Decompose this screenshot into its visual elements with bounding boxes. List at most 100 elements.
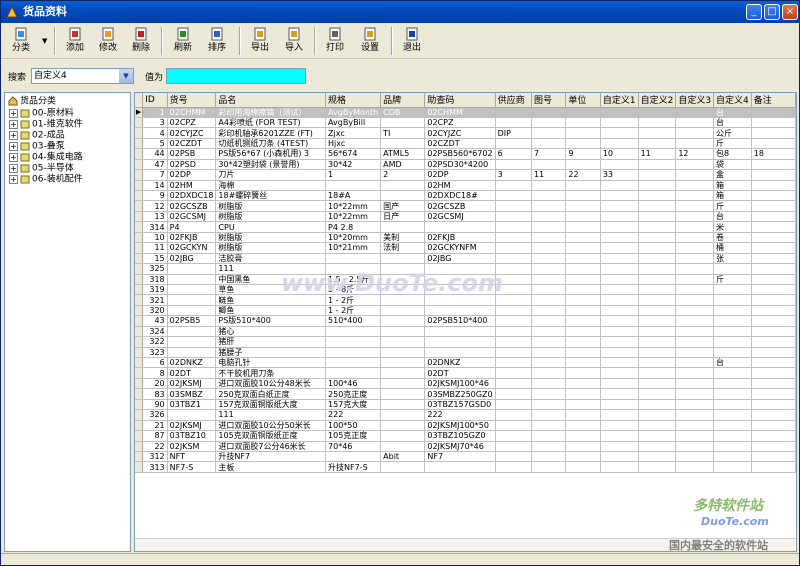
table-row[interactable]: 47 02PSD 30*42塑封袋 (景誉用) 30*42 AMD 02PSD30*420… bbox=[135, 159, 796, 171]
toolbar-button-refresh[interactable]: 刷新 bbox=[169, 25, 197, 57]
table-row[interactable]: 9 02DXDC18 18#螺碎簧丝 18#A 02DXDC18# 箱 bbox=[135, 190, 796, 202]
tree-item[interactable]: +02-成品 bbox=[9, 130, 65, 141]
table-cell bbox=[600, 138, 639, 150]
search-value-input[interactable] bbox=[166, 68, 306, 84]
table-row[interactable]: 13 02GCSMJ 树脂版 10*22mm 日产 02GCSMJ 台 bbox=[135, 211, 796, 223]
table-row[interactable]: 22 02JKSM 进口双面胶7公分46米长 70*46 02JKSMJ70*46 bbox=[135, 441, 796, 452]
tree-item[interactable]: +03-叠泵 bbox=[9, 141, 65, 152]
tree-item[interactable]: +04-集成电路 bbox=[9, 152, 83, 163]
category-tree: 货品分类 +00-原材料 +01-维克软件 +02-成品 +03-叠泵 +04-集成电路 +… bbox=[4, 92, 131, 552]
column-header[interactable]: 单位 bbox=[565, 93, 601, 108]
toolbar-button-delete[interactable]: 删除 bbox=[127, 25, 155, 57]
home-icon bbox=[8, 96, 18, 106]
table-cell bbox=[600, 221, 639, 233]
table-row[interactable]: 7 02DP 刀片 1 2 02DP 3 11 22 33 盒 bbox=[135, 169, 796, 181]
table-cell bbox=[713, 388, 752, 400]
table-row[interactable]: 313 NF7-S 主板 升技NF7-S bbox=[135, 461, 796, 473]
column-header[interactable]: 助查码 bbox=[424, 93, 496, 108]
table-row[interactable]: 323 猪腰子 bbox=[135, 347, 796, 359]
category-dropdown-arrow-icon[interactable]: ▼ bbox=[42, 37, 47, 45]
table-cell bbox=[495, 409, 532, 421]
tree-item[interactable]: +01-维克软件 bbox=[9, 119, 83, 130]
table-row[interactable]: 10 02FKJB 树脂版 10*20mm 美制 02FKJB 卷 bbox=[135, 232, 796, 244]
toolbar-button-import[interactable]: 导入 bbox=[280, 25, 308, 57]
table-row[interactable]: 44 02PSB PS版56*67 (小森机用) 3 56*674 ATML5 02PSB… bbox=[135, 148, 796, 160]
table-row[interactable]: 87 03TBZ10 105克双面铜版纸正度 105克正度 03TBZ105GZ0 bbox=[135, 430, 796, 442]
table-row[interactable]: 90 03TBZ1 157克双面铜版纸大度 157克大度 03TBZ157GSD0 bbox=[135, 399, 796, 411]
column-header[interactable]: 供应商 bbox=[495, 93, 532, 108]
expand-icon[interactable]: + bbox=[9, 119, 18, 129]
table-row[interactable]: 326 111 222 222 bbox=[135, 409, 796, 421]
column-header[interactable]: 自定义2 bbox=[638, 93, 677, 108]
table-row[interactable]: 3 02CPZ A4彩喷纸 (FOR TEST) AvgByBill 02CPZ 台 bbox=[135, 117, 796, 129]
close-button[interactable]: × bbox=[782, 4, 798, 20]
column-header[interactable]: 货号 bbox=[167, 93, 217, 108]
table-cell bbox=[380, 347, 426, 359]
expand-icon[interactable]: + bbox=[9, 141, 18, 151]
expand-icon[interactable]: + bbox=[9, 174, 18, 184]
table-cell bbox=[600, 347, 639, 359]
search-field-select[interactable]: 自定义4 ▼ bbox=[31, 68, 134, 84]
tree-item[interactable]: +00-原材料 bbox=[9, 108, 74, 119]
column-header[interactable]: 备注 bbox=[751, 93, 796, 108]
column-header[interactable]: 规格 bbox=[325, 93, 382, 108]
table-row[interactable]: 14 02HM 海棉 02HM 箱 bbox=[135, 180, 796, 192]
table-row[interactable]: 8 02DT 不干胶机用刀条 02DT bbox=[135, 367, 796, 379]
column-header[interactable]: 品牌 bbox=[380, 93, 426, 108]
table-row[interactable]: 20 02JKSMJ 进口双面胶10公分48米长 100*46 02JKSMJ100*4… bbox=[135, 378, 796, 390]
expand-icon[interactable]: + bbox=[9, 163, 18, 173]
table-cell bbox=[531, 399, 567, 411]
table-row[interactable]: 322 猪肝 bbox=[135, 336, 796, 348]
toolbar-button-export[interactable]: 导出 bbox=[246, 25, 274, 57]
column-header[interactable]: 自定义3 bbox=[675, 93, 715, 108]
table-cell: 157克大度 bbox=[325, 399, 382, 411]
table-row[interactable]: 6 02DNKZ 电脑孔针 02DNKZ 台 bbox=[135, 357, 796, 369]
toolbar-button-category[interactable]: 分类 bbox=[7, 25, 35, 57]
table-cell: 9 bbox=[142, 190, 168, 202]
toolbar-button-exit[interactable]: 退出 bbox=[398, 25, 426, 57]
toolbar-button-settings[interactable]: 设置 bbox=[356, 25, 384, 57]
table-row[interactable]: 314 P4 CPU P4 2.8 米 bbox=[135, 221, 796, 233]
toolbar-button-print[interactable]: 打印 bbox=[321, 25, 349, 57]
table-row[interactable]: 5 02CZDT 切纸机铡纸刀条 (4TEST) Hjxc 02CZDT 斤 bbox=[135, 138, 796, 150]
tree-root[interactable]: 货品分类 bbox=[8, 96, 56, 107]
table-row[interactable]: 43 02PSB5 PS版510*400 510*400 02PSB510*400 bbox=[135, 315, 796, 327]
table-row[interactable]: ▶ 1 02CHMM 彩印用海绵擦镐（测试） AvgByMonth COB 02CHMM 台 bbox=[135, 107, 796, 118]
toolbar-button-add[interactable]: 添加 bbox=[61, 25, 89, 57]
table-row[interactable]: 320 鲫鱼 1 - 2斤 bbox=[135, 305, 796, 317]
minimize-button[interactable]: _ bbox=[746, 4, 762, 20]
table-row[interactable]: 324 猪心 bbox=[135, 326, 796, 338]
column-header[interactable]: 自定义4 bbox=[713, 93, 752, 108]
toolbar-button-sort[interactable]: 排序 bbox=[203, 25, 231, 57]
table-cell: 02DP bbox=[424, 169, 496, 181]
table-cell bbox=[380, 461, 426, 473]
toolbar-button-edit[interactable]: 修改 bbox=[94, 25, 122, 57]
table-cell: Zjxc bbox=[325, 127, 382, 139]
table-row[interactable]: 83 03SMBZ 250克双面白纸正度 250克正度 03SMBZ250GZ0 bbox=[135, 388, 796, 400]
table-row[interactable]: 21 02JKSMJ 进口双面胶10公分50米长 100*50 02JKSMJ100*5… bbox=[135, 420, 796, 432]
table-cell: 02GCSZB bbox=[167, 200, 217, 212]
toolbar-separator bbox=[239, 27, 241, 55]
maximize-button[interactable]: □ bbox=[764, 4, 780, 20]
expand-icon[interactable]: + bbox=[9, 152, 18, 162]
column-header[interactable]: ID bbox=[142, 93, 168, 108]
table-row[interactable]: 12 02GCSZB 树脂版 10*22mm 国产 02GCSZB 斤 bbox=[135, 200, 796, 212]
table-cell bbox=[495, 232, 532, 244]
table-row[interactable]: 312 NFT 升技NF7 Abit NF7 bbox=[135, 451, 796, 463]
expand-icon[interactable]: + bbox=[9, 130, 18, 140]
table-cell: Abit bbox=[380, 451, 426, 463]
column-header[interactable]: 图号 bbox=[531, 93, 567, 108]
table-cell bbox=[638, 294, 677, 306]
table-row[interactable]: 4 02CYJZC 彩印机轴承6201ZZE (FT) Zjxc TI 02CYJZC DI… bbox=[135, 127, 796, 139]
table-cell bbox=[565, 117, 601, 129]
table-cell bbox=[638, 117, 677, 129]
chevron-down-icon[interactable]: ▼ bbox=[119, 69, 133, 83]
table-cell: 鲫鱼 bbox=[215, 305, 327, 317]
column-header[interactable]: 自定义1 bbox=[600, 93, 639, 108]
expand-icon[interactable]: + bbox=[9, 108, 18, 118]
table-row[interactable]: 15 02JBG 洁胶膏 02JBG 张 bbox=[135, 253, 796, 265]
column-header[interactable]: 品名 bbox=[215, 93, 327, 108]
tree-item[interactable]: +06-装机配件 bbox=[9, 174, 83, 185]
table-row[interactable]: 11 02GCKYN 树脂版 10*21mm 法制 02GCKYNFM 桶 bbox=[135, 242, 796, 254]
tree-item[interactable]: +05-半导体 bbox=[9, 163, 74, 174]
